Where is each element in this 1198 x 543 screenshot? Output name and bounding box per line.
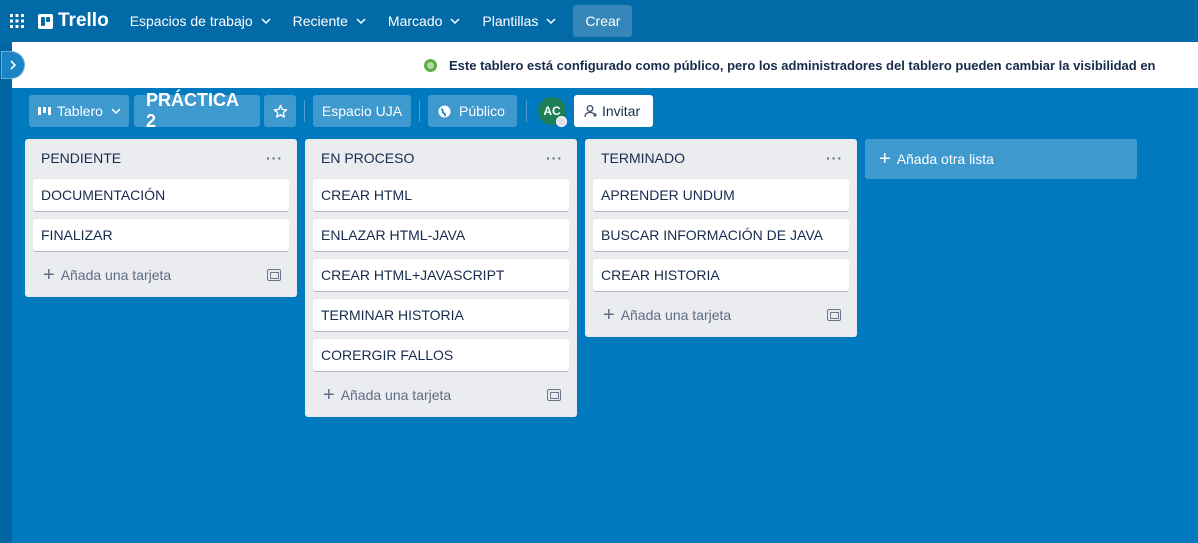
trello-board-icon (38, 13, 53, 29)
board-title-text: PRÁCTICA 2 (146, 90, 239, 131)
board-view-icon (38, 107, 51, 115)
add-card-button[interactable]: + Añada una tarjeta (313, 380, 569, 410)
visibility-label: Público (459, 103, 505, 119)
banner-text: Este tablero está configurado como públi… (449, 57, 1156, 73)
trello-logo[interactable]: Trello (34, 0, 119, 42)
menu-templates[interactable]: Plantillas (471, 0, 567, 42)
board-title[interactable]: PRÁCTICA 2 (134, 90, 260, 131)
menu-recent[interactable]: Reciente (282, 0, 377, 42)
list-header[interactable]: TERMINADO ··· (585, 139, 857, 177)
chevron-down-icon (111, 108, 121, 115)
list-title: EN PROCESO (321, 150, 415, 166)
globe-icon (438, 104, 451, 118)
card-item[interactable]: APRENDER UNDUM (593, 179, 849, 211)
add-card-button[interactable]: + Añada una tarjeta (593, 300, 849, 330)
plus-icon: + (43, 264, 55, 286)
card-item[interactable]: CREAR HISTORIA (593, 259, 849, 291)
list-title: PENDIENTE (41, 150, 122, 166)
chevron-down-icon (356, 18, 366, 25)
list-en-proceso: EN PROCESO ··· CREAR HTML ENLAZAR HTML-J… (305, 139, 577, 417)
list-pendiente: PENDIENTE ··· DOCUMENTACIÓN FINALIZAR + A… (25, 139, 297, 297)
apps-grid-icon[interactable] (0, 0, 34, 42)
star-icon (273, 104, 287, 118)
header-divider (526, 100, 527, 122)
invite-button[interactable]: Invitar (574, 95, 653, 127)
add-list-button[interactable]: + Añada otra lista (865, 139, 1137, 179)
top-navigation-bar: Trello Espacios de trabajo Reciente Marc… (0, 0, 1198, 42)
card-template-icon[interactable] (267, 269, 281, 281)
card-item[interactable]: CREAR HTML+JAVASCRIPT (313, 259, 569, 291)
globe-icon (424, 58, 437, 72)
collapsed-sidebar (0, 42, 12, 543)
workspace-label: Espacio UJA (321, 103, 403, 119)
card-template-icon[interactable] (827, 309, 841, 321)
list-title: TERMINADO (601, 150, 685, 166)
plus-icon: + (879, 148, 891, 170)
visibility-button[interactable]: Público (428, 95, 517, 127)
menu-workspaces-label: Espacios de trabajo (129, 13, 253, 29)
list-terminado: TERMINADO ··· APRENDER UNDUM BUSCAR INFO… (585, 139, 857, 337)
list-header[interactable]: PENDIENTE ··· (25, 139, 297, 177)
menu-recent-label: Reciente (292, 13, 348, 29)
card-item[interactable]: DOCUMENTACIÓN (33, 179, 289, 211)
chevron-down-icon (546, 18, 556, 25)
add-card-label: Añada una tarjeta (620, 307, 732, 323)
chevron-down-icon (450, 18, 460, 25)
add-person-icon (584, 105, 597, 118)
header-divider (419, 100, 420, 122)
create-button[interactable]: Crear (573, 5, 633, 37)
admin-badge-icon (556, 116, 567, 127)
menu-starred[interactable]: Marcado (377, 0, 471, 42)
add-list-label: Añada otra lista (896, 151, 994, 167)
card-item[interactable]: TERMINAR HISTORIA (313, 299, 569, 331)
menu-workspaces[interactable]: Espacios de trabajo (119, 0, 282, 42)
card-item[interactable]: FINALIZAR (33, 219, 289, 251)
board-view-switcher[interactable]: Tablero (29, 95, 129, 127)
card-item[interactable]: ENLAZAR HTML-JAVA (313, 219, 569, 251)
more-options-icon[interactable]: ··· (546, 150, 563, 166)
chevron-down-icon (261, 18, 271, 25)
card-item[interactable]: CREAR HTML (313, 179, 569, 211)
menu-starred-label: Marcado (387, 13, 443, 29)
public-board-banner: Este tablero está configurado como públi… (0, 42, 1198, 88)
header-divider (304, 100, 305, 122)
card-item[interactable]: BUSCAR INFORMACIÓN DE JAVA (593, 219, 849, 251)
workspace-button[interactable]: Espacio UJA (313, 95, 411, 127)
board-view-label: Tablero (57, 103, 103, 119)
more-options-icon[interactable]: ··· (266, 150, 283, 166)
card-item[interactable]: CORERGIR FALLOS (313, 339, 569, 371)
list-header[interactable]: EN PROCESO ··· (305, 139, 577, 177)
plus-icon: + (323, 384, 335, 406)
card-template-icon[interactable] (547, 389, 561, 401)
plus-icon: + (603, 304, 615, 326)
add-card-label: Añada una tarjeta (340, 387, 452, 403)
invite-label: Invitar (602, 103, 641, 119)
add-card-button[interactable]: + Añada una tarjeta (33, 260, 289, 290)
logo-text: Trello (58, 10, 109, 31)
add-card-label: Añada una tarjeta (60, 267, 172, 283)
menu-templates-label: Plantillas (482, 13, 539, 29)
chevron-right-icon (10, 60, 17, 70)
more-options-icon[interactable]: ··· (826, 150, 843, 166)
star-board-button[interactable] (264, 95, 296, 127)
